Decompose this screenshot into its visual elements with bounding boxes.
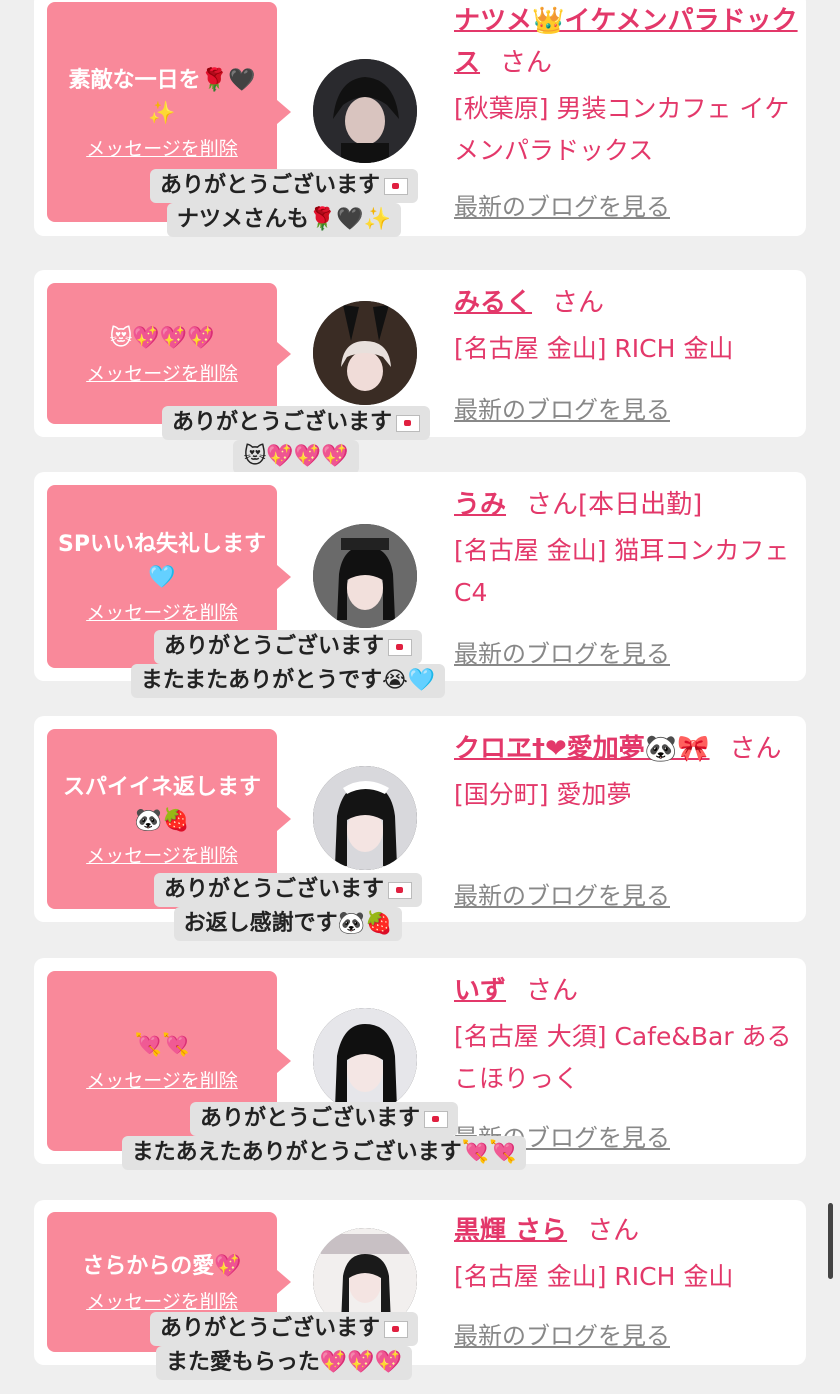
message-text: スパイイネ返します🐼🍓 [62, 774, 261, 833]
latest-blog-link[interactable]: 最新のブログを見る [454, 1316, 670, 1351]
cast-info: 黒輝 さら さん [名古屋 金山] RICH 金山 [454, 1210, 799, 1298]
honorific: さん [526, 490, 579, 520]
thanks-card: スパイイネ返します🐼🍓 メッセージを削除 クロヱ†❤愛加夢🐼🎀 さん [国分町] … [34, 716, 806, 941]
message-text: 素敵な一日を🌹🖤✨ [68, 67, 256, 126]
cast-info: クロヱ†❤愛加夢🐼🎀 さん [国分町] 愛加夢 [454, 728, 799, 816]
avatar[interactable] [313, 59, 417, 163]
avatar[interactable] [313, 301, 417, 405]
message-text: さらからの愛💖 [82, 1254, 242, 1279]
delete-message-link[interactable]: メッセージを削除 [86, 134, 238, 161]
reply-line: ありがとうございます [149, 1312, 418, 1346]
latest-blog-link[interactable]: 最新のブログを見る [454, 390, 670, 425]
cast-name-link[interactable]: 黒輝 さら [454, 1216, 567, 1246]
reply-bubble: ありがとうございます ナツメさんも🌹🖤✨ [134, 169, 434, 237]
honorific: さん [500, 48, 553, 78]
envelope-icon [388, 638, 412, 656]
delete-message-link[interactable]: メッセージを削除 [86, 1287, 238, 1314]
reply-line: ナツメさんも🌹🖤✨ [166, 203, 402, 237]
cast-info: ナツメ👑イケメンパラドックス さん [秋葉原] 男装コンカフェ イケメンパラドック… [454, 0, 799, 172]
latest-blog-link[interactable]: 最新のブログを見る [454, 634, 670, 669]
envelope-icon [384, 1320, 408, 1338]
reply-line: またまたありがとうです😭🩵 [130, 664, 446, 698]
cast-name-link[interactable]: みるく [454, 288, 532, 318]
message-text: 💘💘 [134, 1033, 190, 1058]
message-text: SPいいね失礼します🩵 [58, 532, 266, 590]
thanks-card: SPいいね失礼します🩵 メッセージを削除 うみ さん[本日出勤] [名古屋 金山]… [34, 472, 806, 698]
avatar[interactable] [313, 1008, 417, 1112]
avatar[interactable] [313, 524, 417, 628]
reply-bubble: ありがとうございます またあえたありがとうございます💘💘 [84, 1102, 564, 1170]
thanks-card: 素敵な一日を🌹🖤✨ メッセージを削除 ナツメ👑イケメンパラドックス さん [秋葉原… [34, 0, 806, 237]
envelope-icon [396, 414, 420, 432]
scrollbar[interactable] [828, 1203, 833, 1279]
delete-message-link[interactable]: メッセージを削除 [86, 598, 238, 625]
honorific: さん [552, 288, 605, 318]
reply-bubble: ありがとうございます お返し感謝です🐼🍓 [122, 873, 454, 941]
shop-name: [名古屋 大須] Cafe&Bar あるこほりっく [454, 1022, 792, 1093]
reply-line: またあえたありがとうございます💘💘 [121, 1136, 527, 1170]
reply-line: ありがとうございます [189, 1102, 458, 1136]
delete-message-link[interactable]: メッセージを削除 [86, 359, 238, 386]
honorific: さん [587, 1216, 640, 1246]
latest-blog-link[interactable]: 最新のブログを見る [454, 187, 670, 222]
reply-line: お返し感謝です🐼🍓 [173, 907, 403, 941]
delete-message-link[interactable]: メッセージを削除 [86, 1066, 238, 1093]
avatar[interactable] [313, 766, 417, 870]
shop-name: [名古屋 金山] RICH 金山 [454, 334, 734, 363]
reply-bubble: ありがとうございます また愛もらった💖💖💖 [128, 1312, 440, 1380]
thanks-card: 😻💖💖💖 メッセージを削除 みるく さん [名古屋 金山] RICH 金山 最新の… [34, 270, 806, 474]
envelope-icon [388, 881, 412, 899]
envelope-icon [384, 177, 408, 195]
reply-bubble: ありがとうございます 😻💖💖💖 [140, 406, 452, 474]
thanks-card: さらからの愛💖 メッセージを削除 黒輝 さら さん [名古屋 金山] RICH 金… [34, 1200, 806, 1380]
shop-name: [国分町] 愛加夢 [454, 780, 632, 809]
reply-line: また愛もらった💖💖💖 [155, 1346, 413, 1380]
shop-name: [秋葉原] 男装コンカフェ イケメンパラドックス [454, 94, 790, 165]
cast-info: いず さん [名古屋 大須] Cafe&Bar あるこほりっく [454, 970, 799, 1100]
shop-name: [名古屋 金山] RICH 金山 [454, 1262, 734, 1291]
reply-bubble: ありがとうございます またまたありがとうです😭🩵 [100, 630, 476, 698]
cast-name-link[interactable]: うみ [454, 490, 506, 520]
message-bubble: 😻💖💖💖 メッセージを削除 [47, 283, 291, 424]
delete-message-link[interactable]: メッセージを削除 [86, 841, 238, 868]
reply-line: ありがとうございます [153, 630, 422, 664]
shop-name: [名古屋 金山] 猫耳コンカフェ C4 [454, 536, 790, 607]
reply-line: ありがとうございます [153, 873, 422, 907]
reply-line: ありがとうございます [161, 406, 430, 440]
status-badge: [本日出勤] [578, 490, 703, 520]
message-text: 😻💖💖💖 [109, 325, 215, 351]
latest-blog-link[interactable]: 最新のブログを見る [454, 876, 670, 911]
cast-info: うみ さん[本日出勤] [名古屋 金山] 猫耳コンカフェ C4 [454, 484, 799, 614]
honorific: さん [729, 734, 782, 764]
envelope-icon [424, 1110, 448, 1128]
reply-line: ありがとうございます [149, 169, 418, 203]
reply-line: 😻💖💖💖 [233, 440, 359, 474]
honorific: さん [526, 976, 579, 1006]
cast-info: みるく さん [名古屋 金山] RICH 金山 [454, 282, 799, 370]
thanks-card: 💘💘 メッセージを削除 いず さん [名古屋 大須] Cafe&Bar あるこほり… [34, 958, 806, 1170]
cast-name-link[interactable]: いず [454, 976, 506, 1006]
cast-name-link[interactable]: クロヱ†❤愛加夢🐼🎀 [454, 734, 710, 764]
